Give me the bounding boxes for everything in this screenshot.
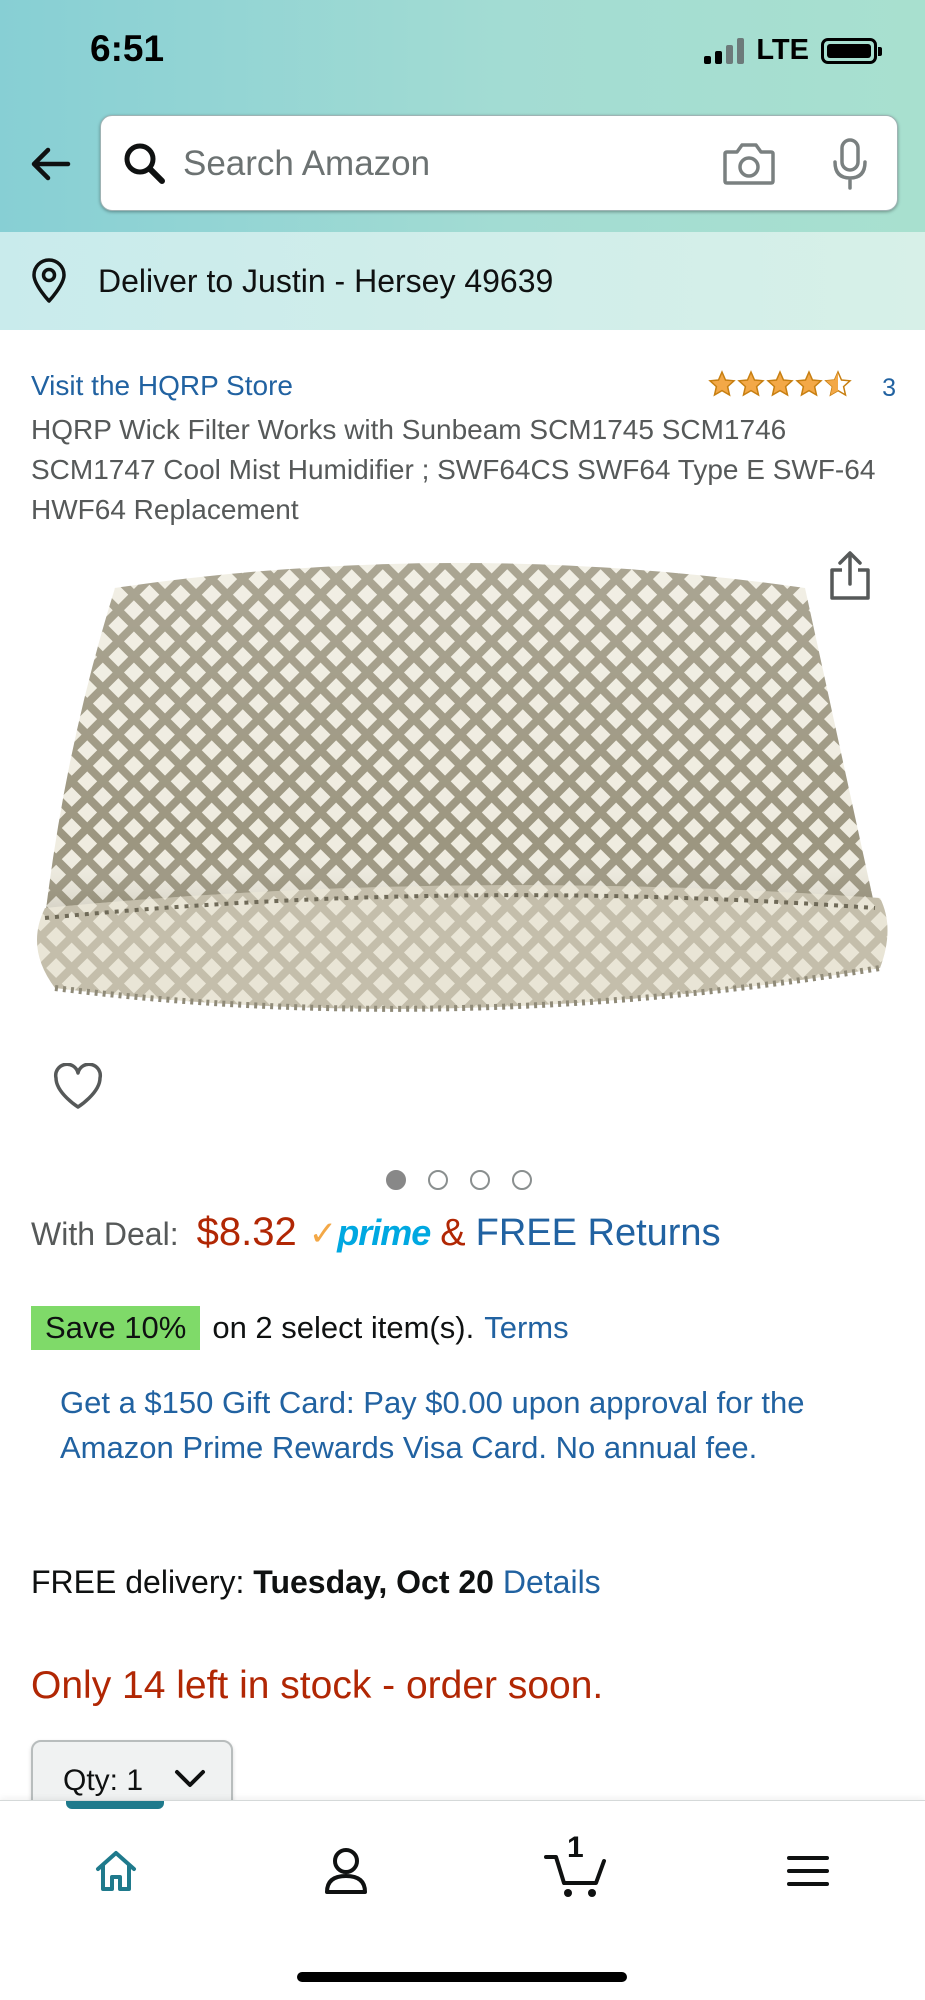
carousel-dot[interactable] <box>470 1170 490 1190</box>
cart-count: 1 <box>567 1831 584 1864</box>
gift-card-offer-link[interactable]: Get a $150 Gift Card: Pay $0.00 upon app… <box>60 1380 850 1470</box>
search-input[interactable] <box>183 136 763 192</box>
terms-link[interactable]: Terms <box>484 1310 568 1346</box>
star-full-icon <box>737 370 765 397</box>
store-rating-row: Visit the HQRP Store 3 <box>31 368 896 408</box>
delivery-prefix: FREE delivery: <box>31 1564 245 1600</box>
person-icon <box>325 1848 367 1894</box>
prime-logo: ✓ prime <box>308 1212 432 1254</box>
star-full-icon <box>708 370 736 397</box>
prime-word: prime <box>337 1212 431 1253</box>
active-tab-indicator <box>66 1801 164 1809</box>
star-half-icon <box>824 370 852 397</box>
visit-store-link[interactable]: Visit the HQRP Store <box>31 370 293 402</box>
home-indicator <box>297 1972 627 1982</box>
camera-icon[interactable] <box>721 138 777 188</box>
battery-icon <box>821 37 882 64</box>
location-pin-icon <box>32 258 66 303</box>
product-image[interactable] <box>25 548 895 1038</box>
deal-label: With Deal: <box>31 1216 179 1252</box>
quantity-label: Qty: 1 <box>63 1764 144 1797</box>
share-icon[interactable] <box>826 550 874 602</box>
heart-icon[interactable] <box>52 1063 104 1111</box>
save-badge: Save 10% <box>31 1306 201 1350</box>
delivery-details-link[interactable]: Details <box>503 1564 601 1600</box>
delivery-info: FREE delivery: Tuesday, Oct 20 Details <box>31 1564 601 1601</box>
network-label: LTE <box>756 34 809 66</box>
carousel-dot[interactable] <box>428 1170 448 1190</box>
nav-menu[interactable] <box>768 1831 848 1911</box>
price: $8.32 <box>196 1210 297 1254</box>
image-carousel-dots <box>386 1170 532 1190</box>
header: 6:51 LTE <box>0 0 925 232</box>
carousel-dot-active[interactable] <box>386 1170 406 1190</box>
promo-text: on 2 select item(s). <box>212 1310 475 1345</box>
stock-status: Only 14 left in stock - order soon. <box>31 1664 604 1707</box>
search-icon <box>124 143 165 184</box>
rating-stars[interactable] <box>708 370 852 398</box>
home-icon <box>96 1851 136 1891</box>
star-full-icon <box>795 370 823 397</box>
status-indicators: LTE <box>704 34 882 67</box>
signal-icon <box>704 37 745 64</box>
deliver-to-text: Deliver to Justin - Hersey 49639 <box>98 262 554 299</box>
ampersand: & <box>440 1212 466 1254</box>
microphone-icon[interactable] <box>829 136 871 192</box>
bottom-navigation: 1 <box>0 1800 925 2000</box>
hamburger-menu-icon <box>787 1856 829 1886</box>
back-arrow-icon[interactable] <box>26 140 74 188</box>
nav-home[interactable] <box>76 1831 156 1911</box>
nav-cart[interactable]: 1 <box>536 1831 616 1911</box>
nav-account[interactable] <box>306 1831 386 1911</box>
price-row: With Deal: $8.32 ✓ prime & FREE Returns <box>31 1210 721 1255</box>
chevron-down-icon <box>175 1770 205 1787</box>
prime-check-icon: ✓ <box>308 1215 338 1253</box>
free-returns-link[interactable]: FREE Returns <box>476 1212 721 1255</box>
promo-row: Save 10% on 2 select item(s). Terms <box>31 1306 569 1350</box>
search-bar <box>100 115 898 211</box>
carousel-dot[interactable] <box>512 1170 532 1190</box>
status-time: 6:51 <box>90 28 165 69</box>
deliver-to-bar[interactable]: Deliver to Justin - Hersey 49639 <box>0 232 925 330</box>
rating-count[interactable]: 3 <box>882 374 896 403</box>
product-title: HQRP Wick Filter Works with Sunbeam SCM1… <box>31 414 876 525</box>
quantity-value: 1 <box>126 1764 144 1797</box>
delivery-date: Tuesday, Oct 20 <box>253 1564 494 1600</box>
star-full-icon <box>766 370 794 397</box>
